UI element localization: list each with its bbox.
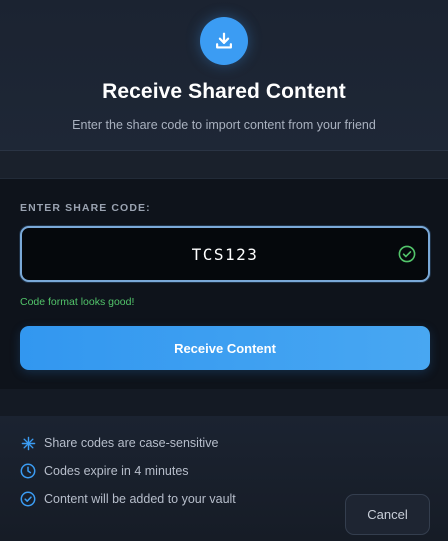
download-icon	[200, 17, 248, 65]
info-item-text: Codes expire in 4 minutes	[44, 464, 189, 478]
clock-icon	[20, 463, 36, 479]
info-item: Share codes are case-sensitive	[20, 435, 218, 451]
cancel-button[interactable]: Cancel	[345, 494, 430, 535]
check-circle-icon	[20, 491, 36, 507]
receive-content-button[interactable]: Receive Content	[20, 326, 430, 370]
share-code-input[interactable]	[22, 228, 428, 280]
info-item-text: Share codes are case-sensitive	[44, 436, 219, 450]
share-code-panel: ENTER SHARE CODE: Code format looks good…	[0, 178, 448, 390]
asterisk-icon	[20, 435, 36, 451]
check-circle-icon	[398, 245, 416, 263]
info-item: Content will be added to your vault	[20, 491, 236, 507]
validation-message: Code format looks good!	[20, 296, 135, 308]
share-code-field	[20, 226, 430, 282]
section-divider	[0, 389, 448, 416]
info-item: Codes expire in 4 minutes	[20, 463, 189, 479]
dialog-title: Receive Shared Content	[102, 80, 346, 103]
dialog-subtitle: Enter the share code to import content f…	[72, 118, 376, 132]
info-item-text: Content will be added to your vault	[44, 492, 236, 506]
receive-shared-content-dialog: Receive Shared Content Enter the share c…	[0, 0, 448, 541]
dialog-header: Receive Shared Content Enter the share c…	[0, 0, 448, 151]
section-divider	[0, 151, 448, 178]
share-code-label: ENTER SHARE CODE:	[20, 202, 151, 214]
